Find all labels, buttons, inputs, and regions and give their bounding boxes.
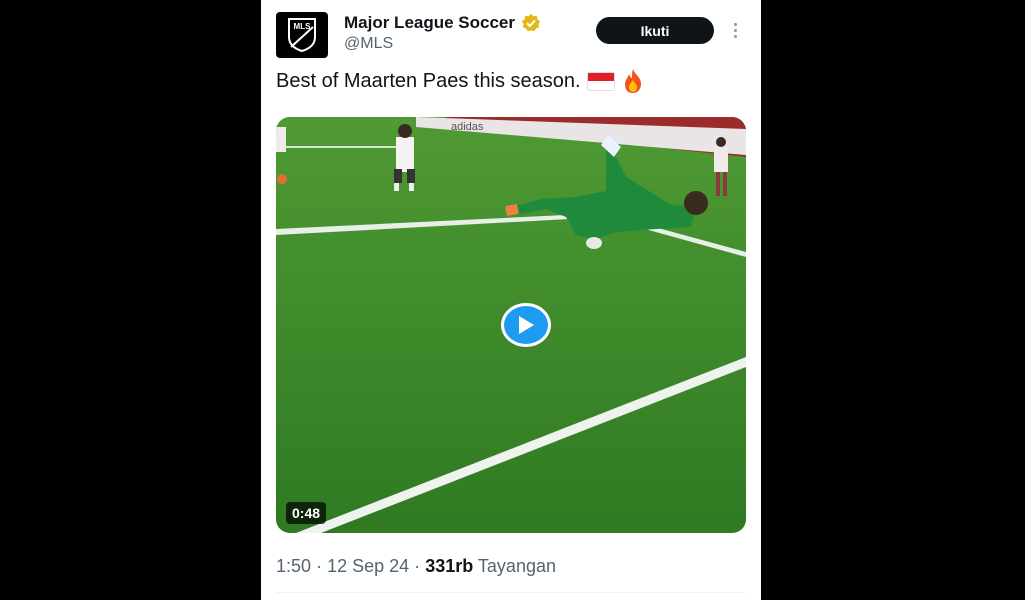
author-name-text: Major League Soccer: [344, 13, 516, 32]
tweet-time[interactable]: 1:50: [276, 556, 311, 576]
play-button[interactable]: [501, 303, 551, 347]
tweet-text: Best of Maarten Paes this season.: [276, 68, 645, 94]
author-name[interactable]: Major League Soccer: [344, 13, 541, 33]
mls-crest-icon: MLS: [288, 18, 316, 53]
view-count: 331rb: [425, 556, 474, 576]
verified-badge-icon: [522, 14, 541, 32]
more-options-icon[interactable]: [727, 20, 743, 42]
meta-separator: ·: [414, 556, 421, 576]
follow-button[interactable]: Ikuti: [596, 17, 714, 44]
fire-icon: [624, 69, 641, 93]
tweet-text-body: Best of Maarten Paes this season.: [276, 69, 581, 92]
indonesia-flag-icon: [586, 71, 615, 91]
mls-logo-avatar[interactable]: MLS: [276, 12, 328, 58]
play-icon: [519, 316, 534, 334]
tweet-card: MLS Major League Soccer @MLS Ikuti Best …: [261, 0, 761, 600]
video-player[interactable]: adidas 0:48: [276, 117, 746, 533]
tweet-meta: 1:50 · 12 Sep 24 · 331rb Tayangan: [276, 556, 556, 577]
divider: [276, 592, 746, 593]
meta-separator: ·: [316, 556, 323, 576]
ad-board-text: adidas: [451, 121, 484, 133]
views-label: Tayangan: [477, 556, 556, 576]
avatar-text: MLS: [294, 22, 312, 31]
tweet-date[interactable]: 12 Sep 24: [327, 556, 409, 576]
author-handle[interactable]: @MLS: [344, 35, 393, 53]
video-duration: 0:48: [286, 502, 327, 524]
